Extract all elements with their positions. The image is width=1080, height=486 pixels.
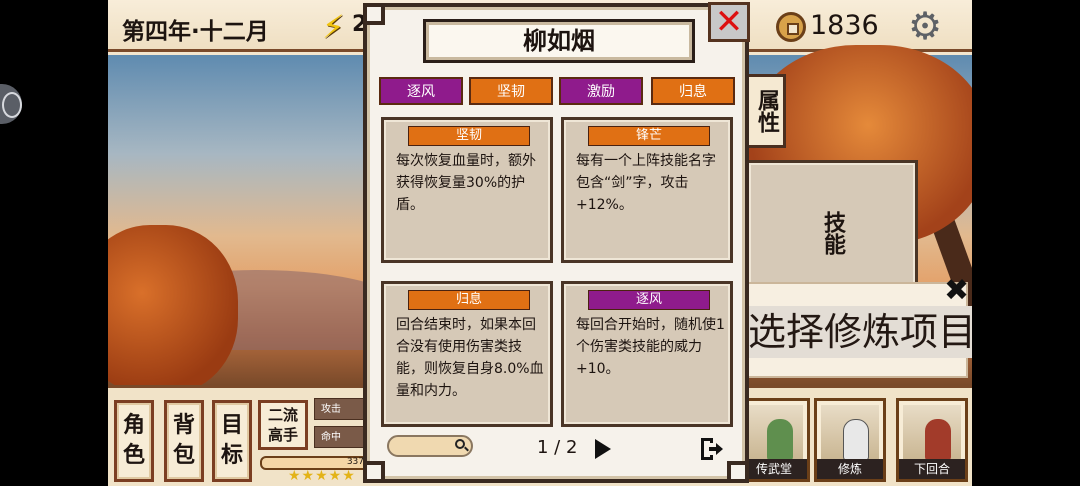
star-rating: ★★★★★ bbox=[288, 468, 356, 484]
dialog-corner bbox=[363, 461, 385, 483]
skill-card[interactable]: 逐风 每回合开始时，随机使1个伤害类技能的威力+10。 bbox=[561, 281, 733, 427]
close-training-icon[interactable]: ✖ bbox=[944, 276, 969, 306]
bag-button-label-2: 包 bbox=[172, 443, 195, 468]
training-label: 选择修炼项目 bbox=[742, 306, 972, 358]
training-panel: 选择修炼项目 bbox=[728, 282, 972, 378]
skill-description: 每有一个上阵技能名字包含“剑”字，攻击+12%。 bbox=[576, 153, 716, 213]
next-page-icon[interactable] bbox=[595, 439, 611, 459]
tab-attributes[interactable]: 属性 bbox=[746, 74, 786, 148]
gear-icon[interactable]: ⚙ bbox=[908, 6, 942, 46]
skill-description: 每次恢复血量时，额外获得恢复量30%的护盾。 bbox=[396, 153, 536, 213]
role-button-label-1: 角 bbox=[122, 413, 145, 438]
card-next-turn[interactable]: 下回合 bbox=[896, 398, 968, 482]
energy-icon: ⚡ bbox=[322, 8, 345, 46]
dialog-corner bbox=[363, 3, 385, 25]
skill-description: 回合结束时，如果本回合没有使用伤害类技能，则恢复自身8.0%血量和内力。 bbox=[396, 317, 544, 399]
goal-button[interactable]: 目 标 bbox=[212, 400, 252, 482]
floating-assistant-icon[interactable] bbox=[0, 84, 22, 124]
money-value: 1836 bbox=[810, 10, 879, 41]
skill-card[interactable]: 坚韧 每次恢复血量时，额外获得恢复量30%的护盾。 bbox=[381, 117, 553, 263]
trait-tag[interactable]: 归息 bbox=[651, 77, 735, 105]
date-label: 第四年·十二月 bbox=[122, 19, 269, 45]
card-train[interactable]: 修炼 bbox=[814, 398, 886, 482]
card-train-label: 修炼 bbox=[817, 459, 883, 479]
character-name: 柳如烟 bbox=[423, 19, 695, 63]
skill-title: 坚韧 bbox=[408, 126, 530, 146]
bag-button-label-1: 背 bbox=[172, 413, 195, 438]
search-input[interactable] bbox=[387, 435, 473, 457]
hit-stat: 命中 bbox=[314, 426, 366, 448]
skill-description: 每回合开始时，随机使1个伤害类技能的威力+10。 bbox=[576, 317, 725, 377]
autumn-tree-left bbox=[108, 225, 238, 395]
skill-card[interactable]: 锋芒 每有一个上阵技能名字包含“剑”字，攻击+12%。 bbox=[561, 117, 733, 263]
page-indicator: 1 / 2 bbox=[537, 437, 578, 458]
rank-line-2: 高手 bbox=[267, 426, 298, 444]
card-hall-label: 传武堂 bbox=[741, 459, 807, 479]
exit-icon[interactable] bbox=[697, 435, 725, 463]
rank-badge: 二流 高手 bbox=[258, 400, 308, 450]
tab-attributes-label: 属性 bbox=[754, 89, 779, 133]
skill-card[interactable]: 归息 回合结束时，如果本回合没有使用伤害类技能，则恢复自身8.0%血量和内力。 bbox=[381, 281, 553, 427]
skill-title: 逐风 bbox=[588, 290, 710, 310]
dialog-corner bbox=[727, 461, 749, 483]
bag-button[interactable]: 背 包 bbox=[164, 400, 204, 482]
coin-icon bbox=[776, 12, 806, 42]
trait-tag[interactable]: 激励 bbox=[559, 77, 643, 105]
close-dialog-button[interactable]: ✕ bbox=[708, 2, 750, 42]
character-dialog: 柳如烟 逐风 坚韧 激励 归息 坚韧 每次恢复血量时，额外获得恢复量30%的护盾… bbox=[363, 3, 749, 483]
search-icon bbox=[455, 439, 465, 449]
goal-button-label-2: 标 bbox=[220, 443, 243, 468]
card-hall-art bbox=[745, 405, 803, 461]
attack-stat: 攻击 bbox=[314, 398, 366, 420]
trait-tag[interactable]: 逐风 bbox=[379, 77, 463, 105]
rank-line-1: 二流 bbox=[267, 406, 298, 424]
goal-button-label-1: 目 bbox=[220, 413, 243, 438]
hp-value: 337 bbox=[346, 457, 364, 467]
tab-skills-label: 技能 bbox=[820, 211, 845, 255]
card-train-art bbox=[821, 405, 879, 461]
role-button[interactable]: 角 色 bbox=[114, 400, 154, 482]
skill-title: 锋芒 bbox=[588, 126, 710, 146]
skill-title: 归息 bbox=[408, 290, 530, 310]
card-next-turn-label: 下回合 bbox=[899, 459, 965, 479]
trait-tag[interactable]: 坚韧 bbox=[469, 77, 553, 105]
card-next-turn-art bbox=[903, 405, 961, 461]
role-button-label-2: 色 bbox=[122, 443, 145, 468]
